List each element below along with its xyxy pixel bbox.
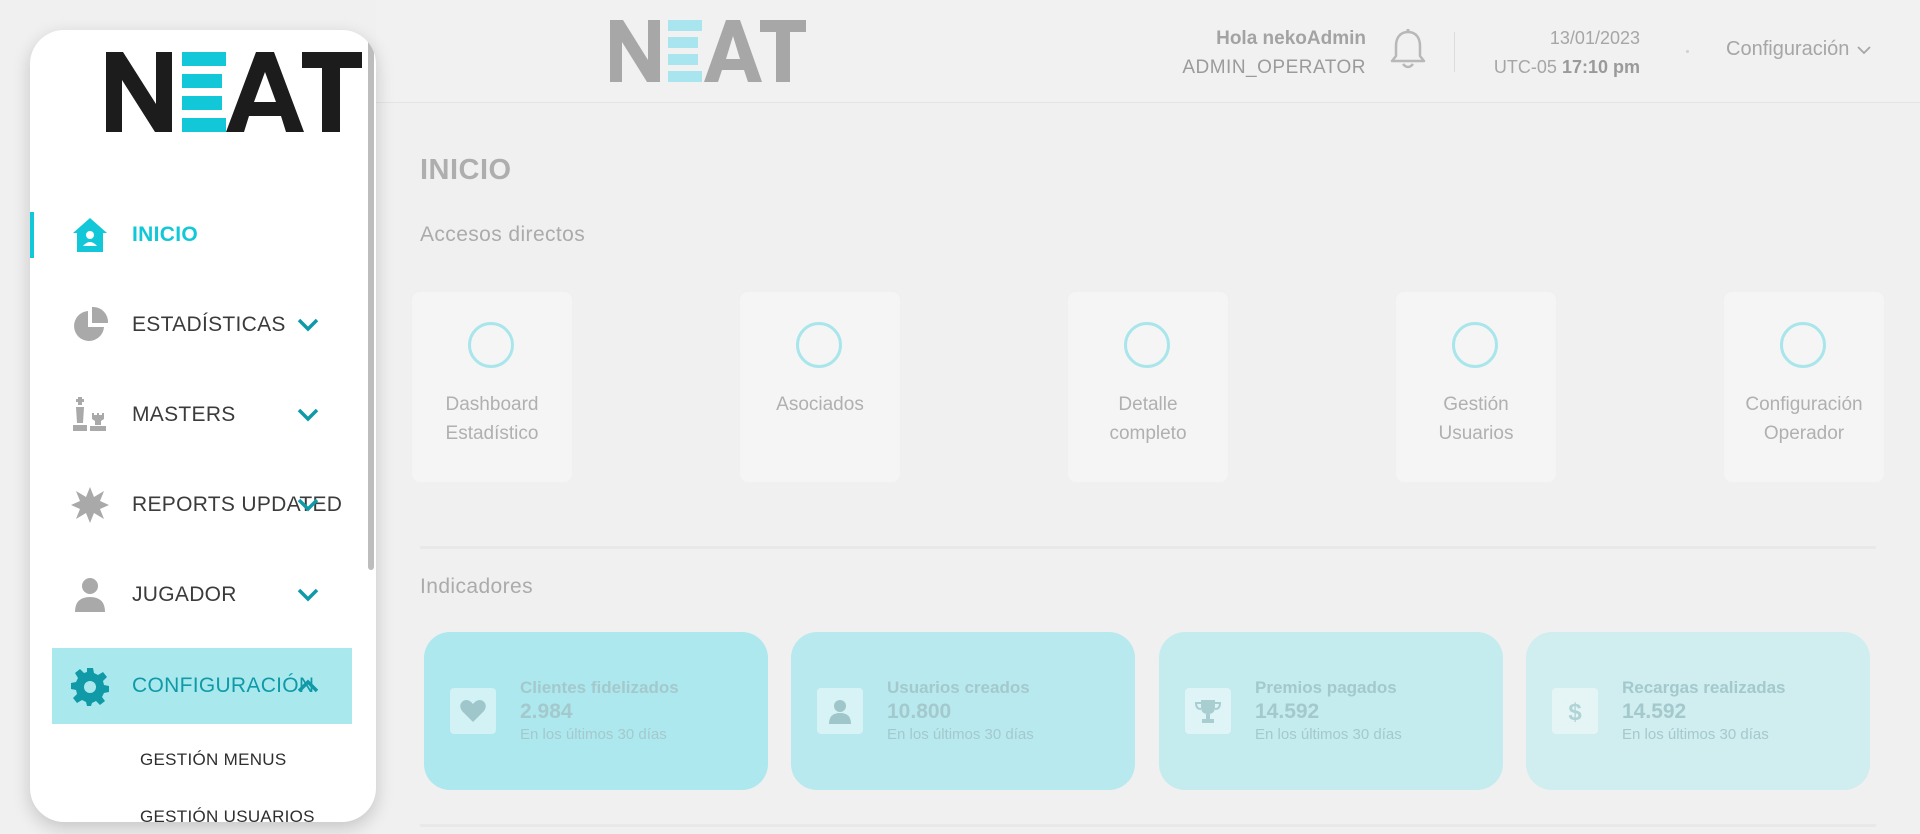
- sidebar: INICIO ESTADÍSTICAS MASTERS REPORTS UPDA…: [30, 30, 376, 822]
- indicator-title: Recargas realizadas: [1622, 678, 1786, 697]
- indicator-card-recargas: $ Recargas realizadas 14.592 En los últi…: [1526, 632, 1870, 790]
- shortcut-detalle[interactable]: Detalle completo: [1068, 292, 1228, 482]
- circle-icon: [1452, 322, 1498, 368]
- sidebar-item-jugador[interactable]: JUGADOR: [30, 557, 360, 633]
- shortcut-configuracion-operador[interactable]: Configuración Operador: [1724, 292, 1884, 482]
- svg-text:$: $: [1568, 699, 1582, 725]
- dollar-icon: $: [1552, 688, 1598, 734]
- indicator-card-usuarios: Usuarios creados 10.800 En los últimos 3…: [791, 632, 1135, 790]
- sidebar-item-label: MASTERS: [132, 403, 236, 426]
- separator-dot: [1686, 50, 1689, 53]
- pie-chart-icon: [68, 303, 112, 347]
- sidebar-item-label: INICIO: [132, 223, 198, 246]
- chess-icon: [68, 393, 112, 437]
- sidebar-scrollbar[interactable]: [368, 30, 374, 570]
- shortcut-asociados[interactable]: Asociados: [740, 292, 900, 482]
- indicator-value: 14.592: [1255, 700, 1320, 723]
- chevron-down-icon: [1857, 45, 1872, 54]
- sidebar-item-label: JUGADOR: [132, 583, 237, 606]
- home-icon: [68, 213, 112, 257]
- header-divider: [1454, 32, 1455, 72]
- chevron-down-icon: [297, 318, 319, 332]
- indicator-value: 2.984: [520, 700, 573, 723]
- sidebar-item-reports-updated[interactable]: REPORTS UPDATED: [30, 467, 360, 543]
- shortcut-label: Asociados: [776, 394, 864, 415]
- timezone: UTC-05: [1493, 57, 1557, 77]
- shortcut-label: Configuración Operador: [1745, 394, 1863, 444]
- sidebar-item-masters[interactable]: MASTERS: [30, 377, 360, 453]
- bell-icon[interactable]: [1388, 28, 1428, 72]
- page-title: INICIO: [420, 154, 512, 186]
- shortcuts-heading: Accesos directos: [420, 223, 586, 246]
- user-greeting: Hola nekoAdmin ADMIN_OPERATOR: [1182, 24, 1366, 82]
- sidebar-item-label: CONFIGURACIÓN: [132, 674, 315, 697]
- indicator-title: Clientes fidelizados: [520, 678, 679, 697]
- heart-icon: [450, 688, 496, 734]
- indicator-note: En los últimos 30 días: [887, 726, 1034, 743]
- sidebar-item-inicio[interactable]: INICIO: [30, 197, 360, 273]
- section-divider: [420, 546, 1876, 549]
- indicator-note: En los últimos 30 días: [1622, 726, 1769, 743]
- user-icon: [68, 573, 112, 617]
- circle-icon: [1124, 322, 1170, 368]
- indicator-title: Usuarios creados: [887, 678, 1030, 697]
- datetime: 13/01/2023 UTC-05 17:10 pm: [1464, 24, 1640, 82]
- subitem-gestion-menus[interactable]: GESTIÓN MENUS: [140, 750, 287, 770]
- top-header: Hola nekoAdmin ADMIN_OPERATOR 13/01/2023…: [376, 0, 1920, 103]
- circle-icon: [796, 322, 842, 368]
- shortcut-label: Gestión Usuarios: [1438, 394, 1514, 444]
- indicator-card-clientes: Clientes fidelizados 2.984 En los último…: [424, 632, 768, 790]
- sidebar-item-label: ESTADÍSTICAS: [132, 313, 286, 336]
- indicator-note: En los últimos 30 días: [1255, 726, 1402, 743]
- greeting-name: Hola nekoAdmin: [1216, 28, 1366, 49]
- indicator-note: En los últimos 30 días: [520, 726, 667, 743]
- neat-logo-sidebar: [106, 52, 362, 132]
- chevron-up-icon: [297, 679, 319, 693]
- gear-icon: [68, 664, 112, 708]
- config-dropdown[interactable]: Configuración: [1726, 38, 1872, 61]
- sidebar-item-estadisticas[interactable]: ESTADÍSTICAS: [30, 287, 360, 363]
- neat-logo-header: [610, 20, 806, 82]
- config-dropdown-label: Configuración: [1726, 38, 1850, 60]
- circle-icon: [468, 322, 514, 368]
- chevron-down-icon: [297, 588, 319, 602]
- shortcut-gestion-usuarios[interactable]: Gestión Usuarios: [1396, 292, 1556, 482]
- badge-icon: [68, 483, 112, 527]
- subitem-gestion-usuarios[interactable]: GESTIÓN USUARIOS: [140, 807, 315, 822]
- circle-icon: [1780, 322, 1826, 368]
- time-value: 17:10 pm: [1561, 57, 1640, 77]
- user-role: ADMIN_OPERATOR: [1182, 57, 1366, 78]
- user-icon: [817, 688, 863, 734]
- indicator-value: 14.592: [1622, 700, 1687, 723]
- indicator-title: Premios pagados: [1255, 678, 1397, 697]
- sidebar-item-configuracion[interactable]: CONFIGURACIÓN: [52, 648, 352, 724]
- indicator-value: 10.800: [887, 700, 952, 723]
- bottom-divider: [420, 824, 1876, 827]
- chevron-down-icon: [297, 408, 319, 422]
- chevron-down-icon: [297, 498, 319, 512]
- indicators-heading: Indicadores: [420, 575, 533, 598]
- shortcut-label: Dashboard Estadístico: [445, 394, 539, 444]
- current-date: 13/01/2023: [1549, 28, 1640, 48]
- shortcut-dashboard[interactable]: Dashboard Estadístico: [412, 292, 572, 482]
- current-time: UTC-05 17:10 pm: [1464, 53, 1640, 82]
- trophy-icon: [1185, 688, 1231, 734]
- shortcut-label: Detalle completo: [1109, 394, 1187, 444]
- indicator-card-premios: Premios pagados 14.592 En los últimos 30…: [1159, 632, 1503, 790]
